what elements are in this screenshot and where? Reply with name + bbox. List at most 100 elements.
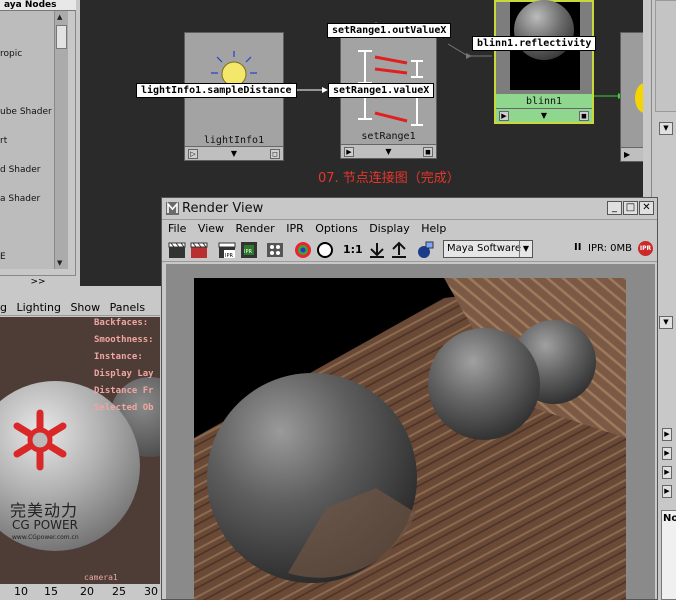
expand-icon[interactable]: ◼ bbox=[423, 146, 433, 157]
dropdown-icon[interactable]: ▼ bbox=[659, 122, 673, 135]
snapshot-icon[interactable] bbox=[416, 241, 434, 259]
camera-label: camera1 bbox=[84, 573, 118, 582]
svg-text:IPR: IPR bbox=[225, 253, 233, 259]
render-scene bbox=[194, 278, 626, 600]
ruler-tick: 20 bbox=[80, 585, 94, 598]
caption: 07. 节点连接图（完成） bbox=[318, 171, 460, 186]
menu-help[interactable]: Help bbox=[421, 222, 446, 235]
list-item[interactable]: d Shader bbox=[0, 165, 40, 175]
play-icon[interactable]: ▶ bbox=[344, 146, 354, 157]
node-name: lightInfo1 bbox=[203, 135, 265, 146]
hud-text: Backfaces: bbox=[94, 318, 149, 328]
render-region-icon[interactable] bbox=[190, 241, 208, 259]
scroll-down-icon[interactable]: ▼ bbox=[57, 259, 62, 267]
arrow-right-icon[interactable]: ▶ bbox=[662, 466, 672, 479]
expand-icon[interactable]: ◼ bbox=[579, 110, 589, 121]
ruler-tick: 10 bbox=[14, 585, 28, 598]
side-list[interactable]: No bbox=[661, 510, 676, 600]
blinn-node[interactable]: blinn1 ▶ ▼ ◼ bbox=[494, 0, 594, 124]
renderer-value: Maya Software bbox=[447, 243, 522, 254]
close-icon[interactable]: ✕ bbox=[639, 201, 654, 215]
real-size-button[interactable]: 1:1 bbox=[343, 243, 363, 256]
ipr-status-icon[interactable]: IPR bbox=[638, 241, 653, 256]
render-view-window: Render View _ □ ✕ File View Render IPR O… bbox=[161, 197, 658, 600]
list-item[interactable]: E bbox=[0, 252, 6, 262]
viewport-menu-bar: g Lighting Show Panels bbox=[0, 300, 160, 316]
menu-item[interactable]: Panels bbox=[110, 301, 145, 314]
hud-text: Selected Ob bbox=[94, 403, 154, 413]
toolbar: IPR IPR 1:1 Maya Software ▼ II IPR: 0MB … bbox=[162, 238, 657, 262]
cgpower-logo-icon bbox=[13, 409, 67, 471]
hud-text: Display Lay bbox=[94, 369, 154, 379]
column-header: No bbox=[663, 513, 676, 524]
svg-text:IPR: IPR bbox=[244, 249, 252, 255]
dropdown-icon[interactable]: ▼ bbox=[231, 149, 237, 158]
menu-item[interactable]: Show bbox=[70, 301, 100, 314]
play-icon[interactable]: ▶ bbox=[499, 110, 509, 121]
display-rgb-icon[interactable] bbox=[294, 241, 312, 259]
time-ruler[interactable]: 10 15 20 25 30 bbox=[0, 584, 160, 600]
remove-image-icon[interactable] bbox=[390, 241, 408, 259]
list-item[interactable]: a Shader bbox=[0, 194, 40, 204]
perspective-viewport[interactable]: 完美动力 CG POWER www.CGpower.com.cn Backfac… bbox=[0, 317, 160, 584]
play-icon[interactable]: ▶ bbox=[624, 150, 630, 159]
expand-button[interactable]: >> bbox=[0, 275, 76, 288]
minimize-icon[interactable]: _ bbox=[607, 201, 622, 215]
keep-image-icon[interactable] bbox=[368, 241, 386, 259]
list-item[interactable]: rt bbox=[0, 136, 7, 146]
render-settings-icon[interactable] bbox=[266, 241, 284, 259]
play-icon[interactable]: ▷ bbox=[188, 148, 198, 159]
renderer-dropdown[interactable]: Maya Software ▼ bbox=[443, 240, 533, 258]
watermark-url: www.CGpower.com.cn bbox=[12, 534, 79, 541]
display-alpha-icon[interactable] bbox=[316, 241, 334, 259]
hud-text: Distance Fr bbox=[94, 386, 154, 396]
create-nodes-panel: aya Nodes ropic ube Shader rt d Shader a… bbox=[0, 0, 76, 288]
menu-item[interactable]: Lighting bbox=[16, 301, 60, 314]
maximize-icon[interactable]: □ bbox=[623, 201, 638, 215]
arrow-right-icon[interactable]: ▶ bbox=[662, 428, 672, 441]
list-scrollbar[interactable]: ▲ ▼ bbox=[54, 11, 68, 269]
hud-text: Smoothness: bbox=[94, 335, 154, 345]
menu-file[interactable]: File bbox=[168, 222, 186, 235]
menu-view[interactable]: View bbox=[198, 222, 224, 235]
ruler-tick: 30 bbox=[144, 585, 158, 598]
dropdown-icon[interactable]: ▼ bbox=[385, 147, 391, 156]
ruler-tick: 25 bbox=[112, 585, 126, 598]
list-item[interactable]: ropic bbox=[0, 49, 22, 59]
chevron-down-icon: ▼ bbox=[519, 241, 532, 257]
shading-group-node[interactable]: ▶ bbox=[620, 32, 643, 162]
menu-options[interactable]: Options bbox=[315, 222, 357, 235]
node-controls: ▷ ▼ ◻ bbox=[185, 146, 283, 160]
shader-swatch bbox=[514, 0, 574, 60]
scroll-up-icon[interactable]: ▲ bbox=[57, 13, 62, 21]
dropdown-icon[interactable]: ▼ bbox=[541, 111, 547, 120]
rendered-image bbox=[194, 278, 626, 600]
menu-ipr[interactable]: IPR bbox=[286, 222, 304, 235]
pause-ipr-button[interactable]: II bbox=[574, 242, 581, 253]
ipr-memory: IPR: 0MB bbox=[588, 243, 633, 254]
menu-display[interactable]: Display bbox=[369, 222, 410, 235]
node-list: ropic ube Shader rt d Shader a Shader E bbox=[0, 11, 54, 269]
menu-item[interactable]: g bbox=[0, 301, 7, 314]
node-name: blinn1 bbox=[525, 96, 563, 107]
expand-icon[interactable]: ◻ bbox=[270, 148, 280, 159]
menu-render[interactable]: Render bbox=[236, 222, 275, 235]
refresh-ipr-icon[interactable]: IPR bbox=[240, 241, 258, 259]
list-item[interactable]: ube Shader bbox=[0, 107, 52, 117]
window-title: Render View bbox=[182, 201, 264, 216]
shading-group-swatch bbox=[635, 83, 643, 113]
redo-render-icon[interactable] bbox=[168, 241, 186, 259]
maya-logo-icon bbox=[166, 202, 179, 215]
title-bar[interactable]: Render View _ □ ✕ bbox=[162, 198, 657, 220]
arrow-right-icon[interactable]: ▶ bbox=[662, 485, 672, 498]
attr-label: setRange1.valueX bbox=[328, 83, 435, 98]
attr-label: blinn1.reflectivity bbox=[472, 36, 597, 51]
panel-title: aya Nodes bbox=[0, 0, 76, 11]
node-controls: ▶ ▼ ◼ bbox=[341, 144, 436, 158]
node-controls: ▶ ▼ ◼ bbox=[496, 108, 592, 122]
dropdown-icon[interactable]: ▼ bbox=[659, 316, 673, 329]
menu-bar: File View Render IPR Options Display Hel… bbox=[162, 221, 657, 237]
scroll-thumb[interactable] bbox=[56, 25, 67, 49]
arrow-right-icon[interactable]: ▶ bbox=[662, 447, 672, 460]
ipr-render-icon[interactable]: IPR bbox=[218, 241, 236, 259]
